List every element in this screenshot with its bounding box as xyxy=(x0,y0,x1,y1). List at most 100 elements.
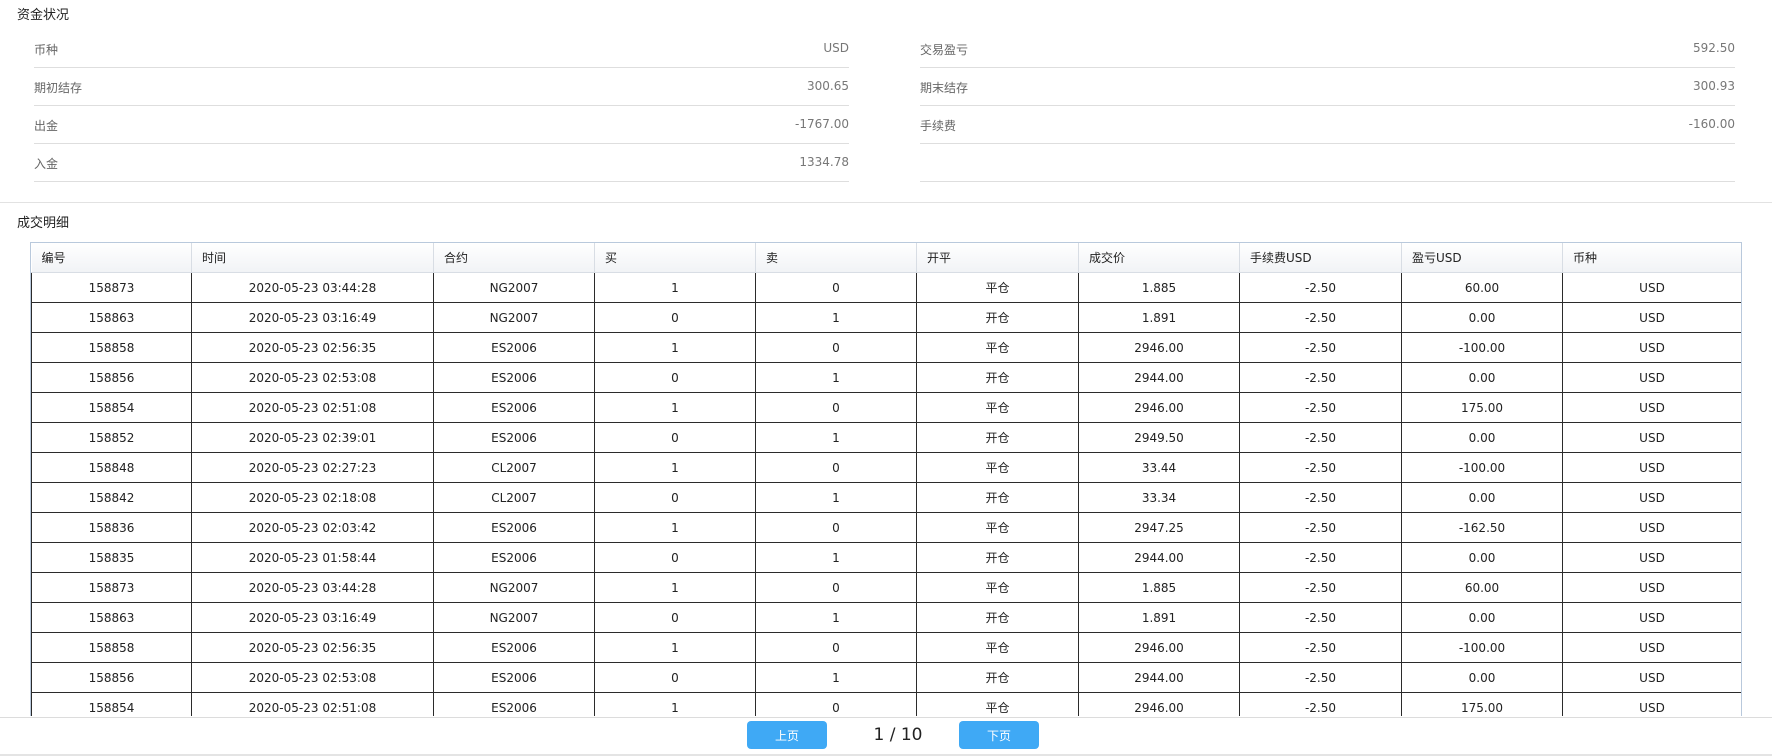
table-row[interactable]: 158873 2020-05-23 03:44:28 NG2007 1 0 平仓 1.885… xyxy=(31,572,1741,603)
funds-row: 入金 1334.78 xyxy=(34,144,849,182)
table-cell: 开仓 xyxy=(916,302,1079,333)
table-cell: ES2006 xyxy=(433,422,595,453)
table-cell: 平仓 xyxy=(916,632,1079,663)
table-row[interactable]: 158835 2020-05-23 01:58:44 ES2006 0 1 开仓 2944.… xyxy=(31,542,1741,573)
table-cell: 0 xyxy=(755,512,917,543)
table-cell: -2.50 xyxy=(1239,602,1402,633)
table-cell: 158858 xyxy=(31,632,192,663)
table-cell: 1 xyxy=(594,332,756,363)
column-header[interactable]: 币种 xyxy=(1562,243,1741,273)
table-cell: 158873 xyxy=(31,272,192,303)
column-header[interactable]: 买 xyxy=(594,243,756,273)
column-header[interactable]: 手续费USD xyxy=(1239,243,1402,273)
table-cell: 1.891 xyxy=(1078,602,1240,633)
funds-label: 手续费 xyxy=(920,119,957,133)
table-cell: 158835 xyxy=(31,542,192,573)
table-cell: -2.50 xyxy=(1239,332,1402,363)
funds-row: 交易盈亏 592.50 xyxy=(920,30,1735,68)
table-row[interactable]: 158854 2020-05-23 02:51:08 ES2006 1 0 平仓 2946.… xyxy=(31,392,1741,423)
table-cell: 2020-05-23 02:27:23 xyxy=(191,452,434,483)
table-cell: 0.00 xyxy=(1401,662,1563,693)
table-cell: 1 xyxy=(594,272,756,303)
table-cell: 158848 xyxy=(31,452,192,483)
funds-value: 1334.78 xyxy=(799,155,849,169)
table-cell: 158863 xyxy=(31,602,192,633)
table-row[interactable]: 158854 2020-05-23 02:51:08 ES2006 1 0 平仓 2946.… xyxy=(31,692,1741,716)
table-cell: USD xyxy=(1562,572,1741,603)
column-header[interactable]: 时间 xyxy=(191,243,434,273)
table-cell: 2947.25 xyxy=(1078,512,1240,543)
table-cell: -2.50 xyxy=(1239,662,1402,693)
funds-row: 期末结存 300.93 xyxy=(920,68,1735,106)
table-cell: 开仓 xyxy=(916,602,1079,633)
table-cell: 2020-05-23 03:16:49 xyxy=(191,302,434,333)
column-header[interactable]: 开平 xyxy=(916,243,1079,273)
table-cell: 2946.00 xyxy=(1078,332,1240,363)
table-cell: 2020-05-23 02:56:35 xyxy=(191,332,434,363)
funds-left-column: 币种 USD 期初结存 300.65 出金 -1767.00 入金 1334.7… xyxy=(34,30,849,182)
table-cell: USD xyxy=(1562,272,1741,303)
table-cell: USD xyxy=(1562,482,1741,513)
table-cell: 2020-05-23 02:39:01 xyxy=(191,422,434,453)
table-cell: USD xyxy=(1562,692,1741,716)
table-cell: 158836 xyxy=(31,512,192,543)
table-cell: -2.50 xyxy=(1239,512,1402,543)
table-row[interactable]: 158873 2020-05-23 03:44:28 NG2007 1 0 平仓 1.885… xyxy=(31,272,1741,303)
column-header[interactable]: 成交价 xyxy=(1078,243,1240,273)
table-cell: 1 xyxy=(755,662,917,693)
table-cell: -162.50 xyxy=(1401,512,1563,543)
funds-label: 交易盈亏 xyxy=(920,43,969,57)
page-indicator: 1 / 10 xyxy=(873,725,923,745)
table-cell: 开仓 xyxy=(916,362,1079,393)
table-cell: 0 xyxy=(755,452,917,483)
prev-page-button[interactable]: 上页 xyxy=(747,721,827,749)
table-cell: -100.00 xyxy=(1401,332,1563,363)
table-row[interactable]: 158848 2020-05-23 02:27:23 CL2007 1 0 平仓 33.44… xyxy=(31,452,1741,483)
table-cell: -2.50 xyxy=(1239,272,1402,303)
table-cell: -100.00 xyxy=(1401,632,1563,663)
table-row[interactable]: 158856 2020-05-23 02:53:08 ES2006 0 1 开仓 2944.… xyxy=(31,362,1741,393)
table-cell: ES2006 xyxy=(433,542,595,573)
table-cell: -2.50 xyxy=(1239,632,1402,663)
table-cell: 158873 xyxy=(31,572,192,603)
table-cell: 60.00 xyxy=(1401,572,1563,603)
table-row[interactable]: 158863 2020-05-23 03:16:49 NG2007 0 1 开仓 1.891… xyxy=(31,302,1741,333)
table-row[interactable]: 158856 2020-05-23 02:53:08 ES2006 0 1 开仓 2944.… xyxy=(31,662,1741,693)
table-cell: ES2006 xyxy=(433,512,595,543)
funds-value: -160.00 xyxy=(1688,117,1735,131)
table-row[interactable]: 158852 2020-05-23 02:39:01 ES2006 0 1 开仓 2949.… xyxy=(31,422,1741,453)
funds-label: 出金 xyxy=(34,119,59,133)
table-cell: 2946.00 xyxy=(1078,692,1240,716)
table-cell: -2.50 xyxy=(1239,422,1402,453)
column-header[interactable]: 合约 xyxy=(433,243,595,273)
table-cell: 1 xyxy=(594,572,756,603)
funds-label: 入金 xyxy=(34,157,59,171)
trades-table-container[interactable]: 编号 时间 合约买卖开平 成交价 手续费USD 盈亏USD 币种 158873 2020-05… xyxy=(30,242,1742,716)
funds-right-column: 交易盈亏 592.50 期末结存 300.93 手续费 -160.00 xyxy=(920,30,1735,182)
table-row[interactable]: 158858 2020-05-23 02:56:35 ES2006 1 0 平仓 2946.… xyxy=(31,332,1741,363)
next-page-button[interactable]: 下页 xyxy=(959,721,1039,749)
table-row[interactable]: 158836 2020-05-23 02:03:42 ES2006 1 0 平仓 2947.… xyxy=(31,512,1741,543)
funds-value: 300.93 xyxy=(1693,79,1735,93)
table-cell: 1.885 xyxy=(1078,572,1240,603)
table-cell: 0.00 xyxy=(1401,542,1563,573)
table-cell: 平仓 xyxy=(916,272,1079,303)
table-row[interactable]: 158842 2020-05-23 02:18:08 CL2007 0 1 开仓 33.34… xyxy=(31,482,1741,513)
table-cell: 平仓 xyxy=(916,452,1079,483)
table-cell: 2020-05-23 02:53:08 xyxy=(191,362,434,393)
table-cell: 0.00 xyxy=(1401,362,1563,393)
table-row[interactable]: 158863 2020-05-23 03:16:49 NG2007 0 1 开仓 1.891… xyxy=(31,602,1741,633)
table-cell: 1 xyxy=(755,362,917,393)
table-cell: USD xyxy=(1562,362,1741,393)
table-cell: 0.00 xyxy=(1401,302,1563,333)
table-cell: ES2006 xyxy=(433,692,595,716)
table-cell: USD xyxy=(1562,602,1741,633)
table-cell: NG2007 xyxy=(433,302,595,333)
table-cell: -2.50 xyxy=(1239,572,1402,603)
table-cell: -100.00 xyxy=(1401,452,1563,483)
column-header[interactable]: 盈亏USD xyxy=(1401,243,1563,273)
table-row[interactable]: 158858 2020-05-23 02:56:35 ES2006 1 0 平仓 2946.… xyxy=(31,632,1741,663)
column-header[interactable]: 卖 xyxy=(755,243,917,273)
trades-table-body: 158873 2020-05-23 03:44:28 NG2007 1 0 平仓 1.885… xyxy=(31,272,1741,716)
column-header[interactable]: 编号 xyxy=(31,243,192,273)
